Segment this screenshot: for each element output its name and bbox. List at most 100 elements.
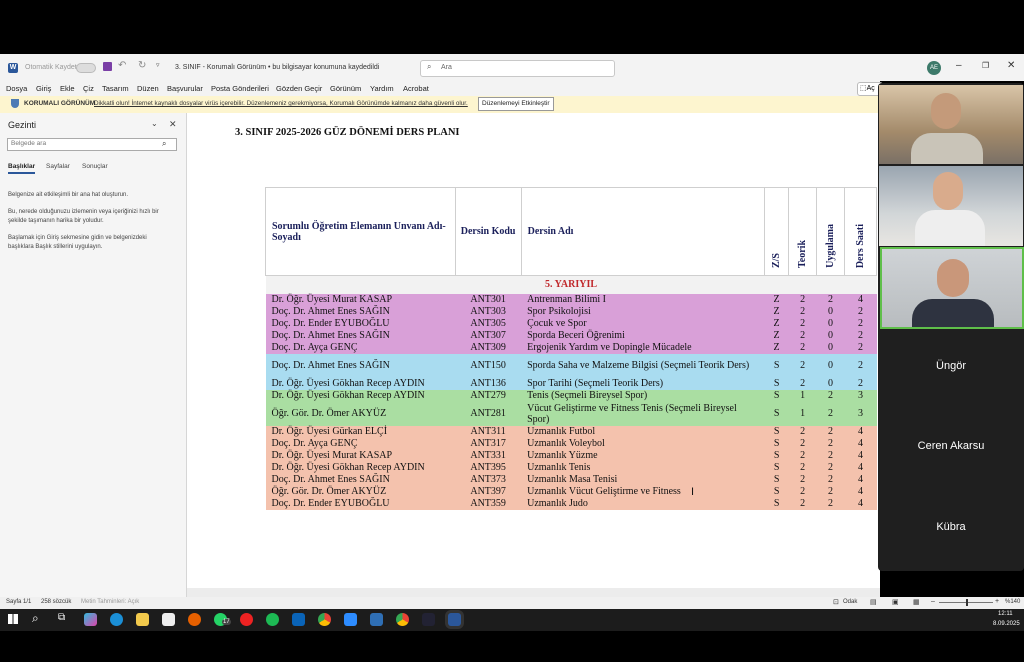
text-predictions[interactable]: Metin Tahminleri: Açık [81, 599, 139, 605]
banner-message[interactable]: Dikkatli olun! İnternet kaynaklı dosyala… [94, 100, 468, 107]
menu-giris[interactable]: Giriş [36, 84, 51, 93]
header-zs: Z/S [771, 252, 783, 268]
page-count[interactable]: Sayfa 1/1 [6, 599, 31, 605]
document-title[interactable]: 3. SINIF - Korumalı Görünüm • bu bilgisa… [175, 64, 379, 71]
save-icon[interactable] [103, 62, 112, 71]
menu-tasarim[interactable]: Tasarım [102, 84, 129, 93]
nav-tab-results[interactable]: Sonuçlar [82, 163, 108, 170]
cell-practice: 2 [816, 437, 845, 450]
file-explorer-icon[interactable] [136, 613, 149, 626]
cell-zs: Z [764, 305, 789, 318]
youtube-icon[interactable] [240, 613, 253, 626]
cell-practice: 0 [816, 317, 845, 330]
cell-hours: 4 [844, 485, 877, 498]
table-row: Öğr. Gör. Dr. Ömer AKYÜZ ANT281 Vücut Geli… [265, 401, 877, 426]
menu-gozden-gecir[interactable]: Gözden Geçir [276, 84, 322, 93]
clock-date[interactable]: 8.09.2025 [993, 621, 1020, 627]
cell-instructor: Doç. Dr. Ayça GENÇ [265, 341, 456, 354]
cell-zs: S [764, 401, 789, 426]
copilot-icon[interactable] [84, 613, 97, 626]
cell-zs: S [764, 437, 789, 450]
menu-gorunum[interactable]: Görünüm [330, 84, 361, 93]
zoom-slider-thumb[interactable] [966, 599, 968, 606]
search-taskbar-icon[interactable]: ⌕ [32, 611, 39, 626]
app-icon[interactable] [370, 613, 383, 626]
zoom-out-icon[interactable]: – [931, 598, 935, 605]
cell-course-name: Uzmanlık Tenis [521, 461, 765, 474]
menu-acrobat[interactable]: Acrobat [403, 84, 429, 93]
nav-options-icon[interactable]: ⌄ [151, 119, 158, 128]
cell-practice: 0 [816, 305, 845, 318]
app2-icon[interactable] [422, 613, 435, 626]
cell-theory: 2 [788, 353, 817, 378]
table-row: Doç. Dr. Ender EYUBOĞLU ANT359 Uzmanlık Ju… [265, 497, 877, 510]
cell-practice: 2 [816, 461, 845, 474]
menu-basvurular[interactable]: Başvurular [167, 84, 203, 93]
video-call-panel: Üngör Ceren Akarsu Kübra [878, 83, 1024, 571]
chrome-profile-icon[interactable] [396, 613, 409, 626]
participant-2-figure [933, 172, 963, 210]
focus-icon[interactable]: ⊡ [833, 598, 839, 606]
autosave-toggle[interactable] [76, 63, 96, 73]
cell-practice: 2 [816, 401, 845, 426]
focus-label[interactable]: Odak [843, 599, 857, 605]
menu-posta[interactable]: Posta Gönderileri [211, 84, 269, 93]
print-layout-icon[interactable]: ▣ [892, 598, 899, 606]
start-icon[interactable] [8, 614, 18, 624]
nav-tab-pages[interactable]: Sayfalar [46, 163, 70, 170]
chrome-icon[interactable] [318, 613, 331, 626]
web-layout-icon[interactable]: ▦ [913, 598, 920, 606]
task-view-icon[interactable]: ⧉ [58, 612, 65, 623]
restore-icon[interactable]: ❐ [982, 61, 989, 70]
clock-time[interactable]: 12:11 [998, 611, 1013, 617]
word-taskbar-icon[interactable] [448, 613, 461, 626]
outlook-icon[interactable] [292, 613, 305, 626]
nav-close-icon[interactable]: ✕ [169, 119, 177, 130]
menu-ciz[interactable]: Çiz [83, 84, 94, 93]
search-input[interactable]: ⌕ Ara [420, 60, 615, 77]
participant-video-1[interactable] [879, 85, 1023, 164]
cell-course-name: Vücut Geliştirme ve Fitness Tenis (Seçme… [521, 401, 765, 426]
menu-yardim[interactable]: Yardım [370, 84, 394, 93]
minimize-icon[interactable]: – [956, 60, 962, 71]
read-mode-icon[interactable]: ▤ [870, 598, 877, 606]
zoom-app-icon[interactable] [344, 613, 357, 626]
header-instructor: Sorumlu Öğretim Elemanın Unvanı Adı-Soya… [265, 187, 456, 276]
redo-icon[interactable]: ↻ [138, 60, 146, 71]
search-placeholder: Ara [441, 64, 452, 71]
document-page[interactable]: 3. SINIF 2025-2026 GÜZ DÖNEMİ DERS PLANI… [187, 113, 880, 588]
close-icon[interactable]: ✕ [1007, 60, 1015, 71]
course-table: Sorumlu Öğretim Elemanın Unvanı Adı-Soya… [265, 187, 877, 510]
table-row: Doç. Dr. Ayça GENÇ ANT317 Uzmanlık Voleybo… [265, 437, 877, 450]
cell-instructor: Dr. Öğr. Üyesi Gökhan Recep AYDIN [265, 389, 456, 402]
avatar[interactable]: AE [927, 61, 941, 75]
customize-qat-icon[interactable]: ▿ [156, 61, 160, 69]
cell-instructor: Dr. Öğr. Üyesi Murat KASAP [265, 293, 456, 306]
menu-ekle[interactable]: Ekle [60, 84, 75, 93]
cell-code: ANT307 [455, 329, 522, 342]
word-count[interactable]: 258 sözcük [41, 599, 71, 605]
nav-search-placeholder: Belgede ara [11, 140, 47, 147]
nav-search-icon[interactable]: ⌕ [162, 139, 166, 149]
menu-duzen[interactable]: Düzen [137, 84, 159, 93]
enable-editing-button[interactable]: Düzenlemeyi Etkinleştir [478, 97, 554, 111]
cell-zs: S [764, 461, 789, 474]
nav-search-input[interactable]: Belgede ara ⌕ [7, 138, 177, 151]
participant-video-3[interactable] [880, 247, 1024, 329]
spotify-icon[interactable] [266, 613, 279, 626]
firefox-icon[interactable] [188, 613, 201, 626]
undo-icon[interactable]: ↶ [118, 60, 126, 71]
zoom-in-icon[interactable]: + [995, 598, 999, 605]
zoom-level[interactable]: %140 [1005, 599, 1020, 605]
edge-icon[interactable] [110, 613, 123, 626]
nav-help-2: Bu, nerede olduğunuzu izlemenin veya içe… [8, 209, 159, 224]
participant-video-2[interactable] [879, 166, 1023, 246]
cell-theory: 2 [788, 317, 817, 330]
cell-code: ANT279 [455, 389, 522, 402]
cell-instructor: Doç. Dr. Ahmet Enes SAĞIN [265, 329, 456, 342]
cell-code: ANT359 [455, 497, 522, 510]
status-bar: Sayfa 1/1 258 sözcük Metin Tahminleri: A… [0, 597, 1024, 609]
nav-tab-headings[interactable]: Başlıklar [8, 163, 36, 174]
menu-dosya[interactable]: Dosya [6, 84, 27, 93]
store-icon[interactable] [162, 613, 175, 626]
